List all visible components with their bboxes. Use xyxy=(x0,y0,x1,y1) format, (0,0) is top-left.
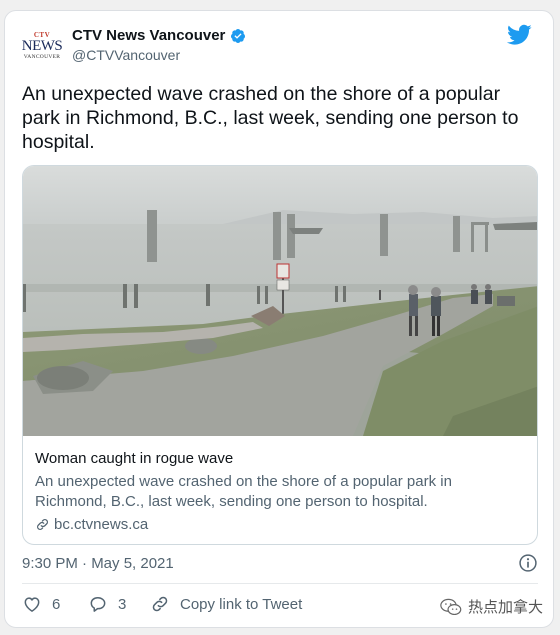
info-icon[interactable] xyxy=(518,553,538,573)
speech-bubble-icon xyxy=(90,597,106,612)
wechat-icon xyxy=(440,598,462,615)
copy-link-button[interactable]: Copy link to Tweet xyxy=(150,594,302,614)
copy-link-label: Copy link to Tweet xyxy=(180,595,303,613)
author-handle[interactable]: @CTVVancouver xyxy=(72,47,180,63)
tweet-header: CTV NEWS VANCOUVER CTV News Vancouver @C… xyxy=(22,24,532,70)
wechat-watermark: 热点加拿大 xyxy=(440,596,544,617)
twitter-bird-icon[interactable] xyxy=(507,24,532,46)
link-domain-row: bc.ctvnews.ca xyxy=(35,516,525,533)
link-icon xyxy=(37,519,48,530)
link-icon xyxy=(152,596,168,612)
heart-icon xyxy=(24,597,40,612)
author-name-row: CTV News Vancouver xyxy=(72,27,246,44)
link-preview-info: Woman caught in rogue wave An unexpected… xyxy=(35,449,525,533)
verified-badge-icon xyxy=(231,28,246,43)
author-display-name[interactable]: CTV News Vancouver xyxy=(72,27,225,44)
author-avatar[interactable]: CTV NEWS VANCOUVER xyxy=(21,26,63,66)
actions-divider xyxy=(22,583,538,584)
like-button[interactable]: 6 xyxy=(22,594,60,614)
tweet-timestamp[interactable]: 9:30 PM · May 5, 2021 xyxy=(22,555,174,572)
link-description: An unexpected wave crashed on the shore … xyxy=(35,473,452,510)
link-domain: bc.ctvnews.ca xyxy=(54,516,149,533)
like-count: 6 xyxy=(52,595,61,613)
logo-news-text: NEWS xyxy=(21,38,63,54)
logo-vancouver-text: VANCOUVER xyxy=(23,54,61,60)
watermark-text: 热点加拿大 xyxy=(468,599,544,616)
tweet-text: An unexpected wave crashed on the shore … xyxy=(22,83,519,153)
link-title[interactable]: Woman caught in rogue wave xyxy=(35,449,525,469)
link-preview-card[interactable]: Woman caught in rogue wave An unexpected… xyxy=(22,165,538,545)
article-photo xyxy=(23,166,537,436)
reply-count: 3 xyxy=(118,595,127,613)
reply-button[interactable]: 3 xyxy=(88,594,126,614)
tweet-meta-row: 9:30 PM · May 5, 2021 xyxy=(22,553,538,575)
